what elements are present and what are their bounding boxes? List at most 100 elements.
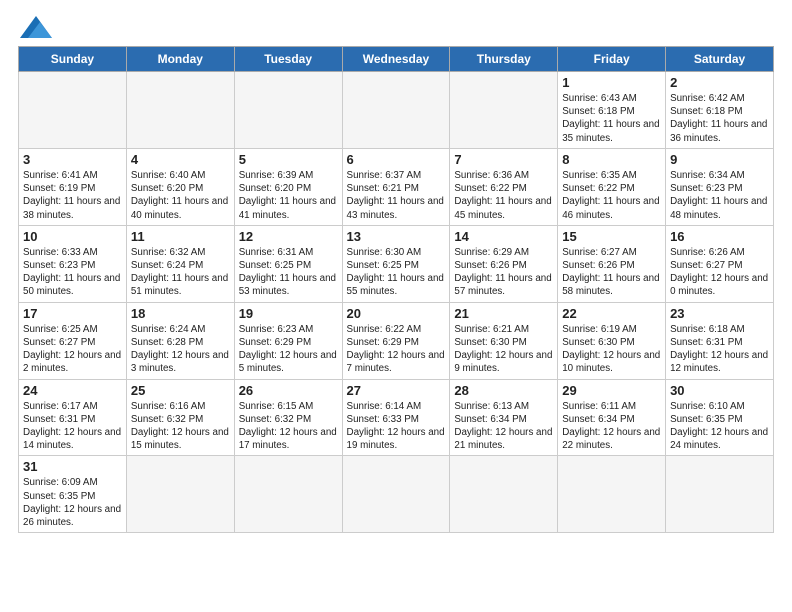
page-header xyxy=(18,14,774,38)
day-number: 22 xyxy=(562,306,661,321)
day-number: 28 xyxy=(454,383,553,398)
logo xyxy=(18,14,52,38)
calendar-cell: 5 Sunrise: 6:39 AM Sunset: 6:20 PM Daylig… xyxy=(234,148,342,225)
calendar-cell: 27Sunrise: 6:14 AM Sunset: 6:33 PM Dayli… xyxy=(342,379,450,456)
calendar-cell: 20Sunrise: 6:22 AM Sunset: 6:29 PM Dayli… xyxy=(342,302,450,379)
day-header-tuesday: Tuesday xyxy=(234,47,342,72)
calendar-cell: 25 Sunrise: 6:16 AM Sunset: 6:32 PM Dayli… xyxy=(126,379,234,456)
day-number: 25 xyxy=(131,383,230,398)
calendar-cell xyxy=(126,72,234,149)
calendar-cell: 24 Sunrise: 6:17 AM Sunset: 6:31 PM Dayli… xyxy=(19,379,127,456)
day-number: 13 xyxy=(347,229,446,244)
day-info: Sunrise: 6:39 AM Sunset: 6:20 PM Dayligh… xyxy=(239,169,338,222)
day-info: Sunrise: 6:29 AM Sunset: 6:26 PM Dayligh… xyxy=(454,246,553,299)
day-number: 30 xyxy=(670,383,769,398)
calendar-cell: 9 Sunrise: 6:34 AM Sunset: 6:23 PM Daylig… xyxy=(666,148,774,225)
day-header-friday: Friday xyxy=(558,47,666,72)
day-number: 1 xyxy=(562,75,661,90)
day-info: Sunrise: 6:09 AM Sunset: 6:35 PM Dayligh… xyxy=(23,476,122,529)
day-number: 12 xyxy=(239,229,338,244)
day-info: Sunrise: 6:31 AM Sunset: 6:25 PM Dayligh… xyxy=(239,246,338,299)
day-info: Sunrise: 6:35 AM Sunset: 6:22 PM Dayligh… xyxy=(562,169,661,222)
day-info: Sunrise: 6:42 AM Sunset: 6:18 PM Dayligh… xyxy=(670,92,769,145)
day-info: Sunrise: 6:17 AM Sunset: 6:31 PM Dayligh… xyxy=(23,400,122,453)
calendar-cell xyxy=(234,72,342,149)
day-number: 20 xyxy=(347,306,446,321)
day-number: 7 xyxy=(454,152,553,167)
day-info: Sunrise: 6:30 AM Sunset: 6:25 PM Dayligh… xyxy=(347,246,446,299)
day-info: Sunrise: 6:10 AM Sunset: 6:35 PM Dayligh… xyxy=(670,400,769,453)
day-number: 2 xyxy=(670,75,769,90)
calendar-cell: 22 Sunrise: 6:19 AM Sunset: 6:30 PM Dayli… xyxy=(558,302,666,379)
calendar-cell: 18 Sunrise: 6:24 AM Sunset: 6:28 PM Dayli… xyxy=(126,302,234,379)
day-info: Sunrise: 6:19 AM Sunset: 6:30 PM Dayligh… xyxy=(562,323,661,376)
calendar-cell: 6Sunrise: 6:37 AM Sunset: 6:21 PM Daylig… xyxy=(342,148,450,225)
calendar-cell: 19 Sunrise: 6:23 AM Sunset: 6:29 PM Dayli… xyxy=(234,302,342,379)
day-number: 5 xyxy=(239,152,338,167)
calendar-header-row: SundayMondayTuesdayWednesdayThursdayFrid… xyxy=(19,47,774,72)
day-number: 3 xyxy=(23,152,122,167)
day-info: Sunrise: 6:34 AM Sunset: 6:23 PM Dayligh… xyxy=(670,169,769,222)
calendar-cell: 17Sunrise: 6:25 AM Sunset: 6:27 PM Dayli… xyxy=(19,302,127,379)
day-info: Sunrise: 6:13 AM Sunset: 6:34 PM Dayligh… xyxy=(454,400,553,453)
day-info: Sunrise: 6:15 AM Sunset: 6:32 PM Dayligh… xyxy=(239,400,338,453)
day-info: Sunrise: 6:18 AM Sunset: 6:31 PM Dayligh… xyxy=(670,323,769,376)
logo-icon xyxy=(20,16,52,38)
day-number: 29 xyxy=(562,383,661,398)
day-info: Sunrise: 6:41 AM Sunset: 6:19 PM Dayligh… xyxy=(23,169,122,222)
calendar-cell: 1 Sunrise: 6:43 AM Sunset: 6:18 PM Daylig… xyxy=(558,72,666,149)
day-info: Sunrise: 6:25 AM Sunset: 6:27 PM Dayligh… xyxy=(23,323,122,376)
calendar-cell: 2 Sunrise: 6:42 AM Sunset: 6:18 PM Daylig… xyxy=(666,72,774,149)
day-info: Sunrise: 6:36 AM Sunset: 6:22 PM Dayligh… xyxy=(454,169,553,222)
calendar-cell xyxy=(342,72,450,149)
day-number: 16 xyxy=(670,229,769,244)
day-info: Sunrise: 6:16 AM Sunset: 6:32 PM Dayligh… xyxy=(131,400,230,453)
calendar-cell xyxy=(342,456,450,533)
calendar-cell: 26 Sunrise: 6:15 AM Sunset: 6:32 PM Dayli… xyxy=(234,379,342,456)
calendar-cell xyxy=(558,456,666,533)
calendar-cell xyxy=(450,456,558,533)
day-number: 9 xyxy=(670,152,769,167)
day-number: 10 xyxy=(23,229,122,244)
day-number: 15 xyxy=(562,229,661,244)
calendar-cell: 13 Sunrise: 6:30 AM Sunset: 6:25 PM Dayli… xyxy=(342,225,450,302)
day-header-monday: Monday xyxy=(126,47,234,72)
day-number: 24 xyxy=(23,383,122,398)
day-info: Sunrise: 6:37 AM Sunset: 6:21 PM Dayligh… xyxy=(347,169,446,222)
calendar-cell: 10 Sunrise: 6:33 AM Sunset: 6:23 PM Dayli… xyxy=(19,225,127,302)
calendar-cell: 15 Sunrise: 6:27 AM Sunset: 6:26 PM Dayli… xyxy=(558,225,666,302)
day-info: Sunrise: 6:14 AM Sunset: 6:33 PM Dayligh… xyxy=(347,400,446,453)
calendar-cell: 4Sunrise: 6:40 AM Sunset: 6:20 PM Daylig… xyxy=(126,148,234,225)
day-info: Sunrise: 6:27 AM Sunset: 6:26 PM Dayligh… xyxy=(562,246,661,299)
calendar-cell: 12 Sunrise: 6:31 AM Sunset: 6:25 PM Dayli… xyxy=(234,225,342,302)
day-number: 14 xyxy=(454,229,553,244)
calendar-cell xyxy=(19,72,127,149)
day-number: 8 xyxy=(562,152,661,167)
day-number: 31 xyxy=(23,459,122,474)
day-info: Sunrise: 6:33 AM Sunset: 6:23 PM Dayligh… xyxy=(23,246,122,299)
calendar-cell xyxy=(666,456,774,533)
calendar-cell: 29Sunrise: 6:11 AM Sunset: 6:34 PM Dayli… xyxy=(558,379,666,456)
day-info: Sunrise: 6:24 AM Sunset: 6:28 PM Dayligh… xyxy=(131,323,230,376)
day-number: 26 xyxy=(239,383,338,398)
day-info: Sunrise: 6:43 AM Sunset: 6:18 PM Dayligh… xyxy=(562,92,661,145)
calendar-cell: 16 Sunrise: 6:26 AM Sunset: 6:27 PM Dayli… xyxy=(666,225,774,302)
calendar-cell xyxy=(450,72,558,149)
day-number: 23 xyxy=(670,306,769,321)
day-header-sunday: Sunday xyxy=(19,47,127,72)
calendar-cell: 21Sunrise: 6:21 AM Sunset: 6:30 PM Dayli… xyxy=(450,302,558,379)
day-number: 18 xyxy=(131,306,230,321)
calendar-cell: 11Sunrise: 6:32 AM Sunset: 6:24 PM Dayli… xyxy=(126,225,234,302)
calendar-cell: 3 Sunrise: 6:41 AM Sunset: 6:19 PM Daylig… xyxy=(19,148,127,225)
day-info: Sunrise: 6:40 AM Sunset: 6:20 PM Dayligh… xyxy=(131,169,230,222)
day-info: Sunrise: 6:23 AM Sunset: 6:29 PM Dayligh… xyxy=(239,323,338,376)
calendar-cell: 31 Sunrise: 6:09 AM Sunset: 6:35 PM Dayli… xyxy=(19,456,127,533)
day-info: Sunrise: 6:26 AM Sunset: 6:27 PM Dayligh… xyxy=(670,246,769,299)
calendar-cell: 30 Sunrise: 6:10 AM Sunset: 6:35 PM Dayli… xyxy=(666,379,774,456)
day-header-wednesday: Wednesday xyxy=(342,47,450,72)
calendar-cell: 23 Sunrise: 6:18 AM Sunset: 6:31 PM Dayli… xyxy=(666,302,774,379)
day-number: 21 xyxy=(454,306,553,321)
day-info: Sunrise: 6:32 AM Sunset: 6:24 PM Dayligh… xyxy=(131,246,230,299)
day-number: 19 xyxy=(239,306,338,321)
day-header-saturday: Saturday xyxy=(666,47,774,72)
